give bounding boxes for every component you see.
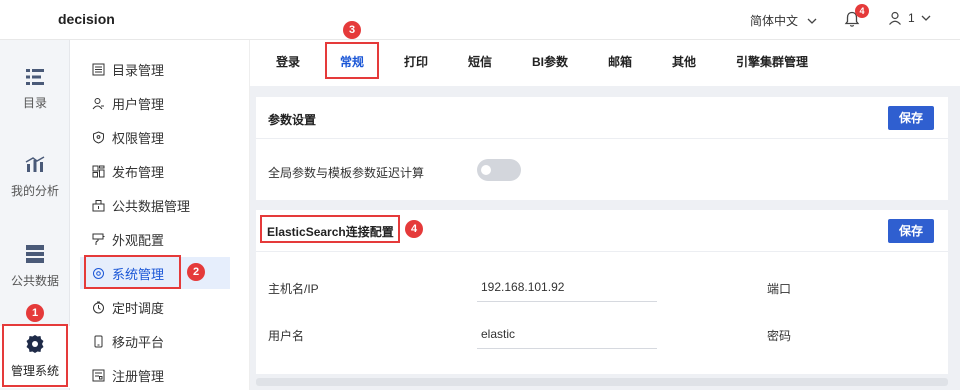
menu-label: 目录管理 xyxy=(112,62,165,78)
menu-item-scheduler[interactable]: 定时调度 xyxy=(80,291,230,323)
menu-item-mobile[interactable]: 移动平台 xyxy=(80,325,230,357)
top-bar: decision 简体中文 4 1 xyxy=(0,0,960,40)
menu-label: 外观配置 xyxy=(112,232,165,248)
step-marker-3: 3 xyxy=(343,21,361,39)
menu-label: 发布管理 xyxy=(112,164,165,180)
step-marker-1: 1 xyxy=(26,304,44,322)
tab-sms[interactable]: 短信 xyxy=(468,53,492,70)
delay-calc-toggle[interactable] xyxy=(477,159,521,181)
highlight-box-1 xyxy=(2,324,68,387)
step-marker-2: 2 xyxy=(187,263,205,281)
delay-calc-label: 全局参数与模板参数延迟计算 xyxy=(268,166,425,180)
tab-other[interactable]: 其他 xyxy=(672,53,696,70)
menu-label: 公共数据管理 xyxy=(112,198,191,214)
rail-label: 目录 xyxy=(22,96,47,110)
user-menu[interactable]: 1 xyxy=(888,11,931,25)
horizontal-scrollbar[interactable] xyxy=(256,378,948,386)
chevron-down-icon xyxy=(921,15,931,21)
host-label: 主机名/IP xyxy=(268,282,319,296)
rail-label: 公共数据 xyxy=(10,274,59,288)
public-data-icon xyxy=(92,199,105,211)
password-label: 密码 xyxy=(767,329,792,343)
menu-item-publish[interactable]: 发布管理 xyxy=(80,155,230,187)
language-label: 简体中文 xyxy=(750,14,799,28)
menu-label: 注册管理 xyxy=(112,368,165,384)
database-icon xyxy=(26,245,44,263)
chevron-down-icon xyxy=(807,18,817,24)
menu-item-permissions[interactable]: 权限管理 xyxy=(80,121,230,153)
timer-icon xyxy=(93,301,104,313)
brush-icon xyxy=(92,233,105,245)
catalog-icon xyxy=(92,63,105,75)
save-button[interactable]: 保存 xyxy=(888,219,934,243)
menu-label: 用户管理 xyxy=(112,96,165,112)
publish-icon xyxy=(92,165,105,177)
register-icon xyxy=(92,369,105,381)
card-header: 参数设置 保存 xyxy=(256,97,948,139)
step-marker-4: 4 xyxy=(405,220,423,238)
save-button[interactable]: 保存 xyxy=(888,106,934,130)
menu-item-users[interactable]: 用户管理 xyxy=(80,87,230,119)
highlight-box-3 xyxy=(325,42,379,79)
rail-item-my-analysis[interactable]: 我的分析 xyxy=(0,156,70,199)
notification-badge: 4 xyxy=(855,4,869,18)
user-name: 1 xyxy=(908,11,915,25)
user-icon xyxy=(92,97,104,109)
tab-print[interactable]: 打印 xyxy=(404,53,428,70)
shield-icon xyxy=(93,130,104,144)
mobile-icon xyxy=(94,335,103,347)
highlight-box-2 xyxy=(84,255,181,289)
tab-login[interactable]: 登录 xyxy=(276,53,300,70)
port-label: 端口 xyxy=(767,282,792,296)
app-title: decision xyxy=(58,11,115,27)
es-card-title: ElasticSearch连接配置 xyxy=(267,225,394,239)
rail-label: 我的分析 xyxy=(10,184,59,198)
language-selector[interactable]: 简体中文 xyxy=(750,12,817,29)
tab-bi-params[interactable]: BI参数 xyxy=(532,53,568,70)
menu-label: 权限管理 xyxy=(112,130,165,146)
system-menu: 目录管理 用户管理 权限管理 发布管理 公共数据管理 外观配置 系统管理 定时调… xyxy=(70,40,250,390)
menu-item-public-data[interactable]: 公共数据管理 xyxy=(80,189,230,221)
param-settings-card: 参数设置 保存 全局参数与模板参数延迟计算 xyxy=(256,97,948,200)
menu-item-catalog[interactable]: 目录管理 xyxy=(80,53,230,85)
rail-item-catalog[interactable]: 目录 xyxy=(0,68,70,111)
username-input[interactable] xyxy=(477,319,657,349)
host-input[interactable] xyxy=(477,272,657,302)
username-label: 用户名 xyxy=(268,329,305,343)
card-title: 参数设置 xyxy=(268,113,317,127)
menu-label: 定时调度 xyxy=(112,300,165,316)
menu-label: 移动平台 xyxy=(112,334,165,350)
user-icon xyxy=(889,11,901,25)
menu-item-register[interactable]: 注册管理 xyxy=(80,359,230,390)
list-icon xyxy=(26,69,44,85)
tab-engine-cluster[interactable]: 引擎集群管理 xyxy=(736,53,808,70)
rail-item-public-data[interactable]: 公共数据 xyxy=(0,244,70,289)
highlight-box-4: ElasticSearch连接配置 xyxy=(260,215,400,243)
menu-item-appearance[interactable]: 外观配置 xyxy=(80,223,230,255)
chart-icon xyxy=(25,156,45,172)
tab-email[interactable]: 邮箱 xyxy=(608,53,632,70)
